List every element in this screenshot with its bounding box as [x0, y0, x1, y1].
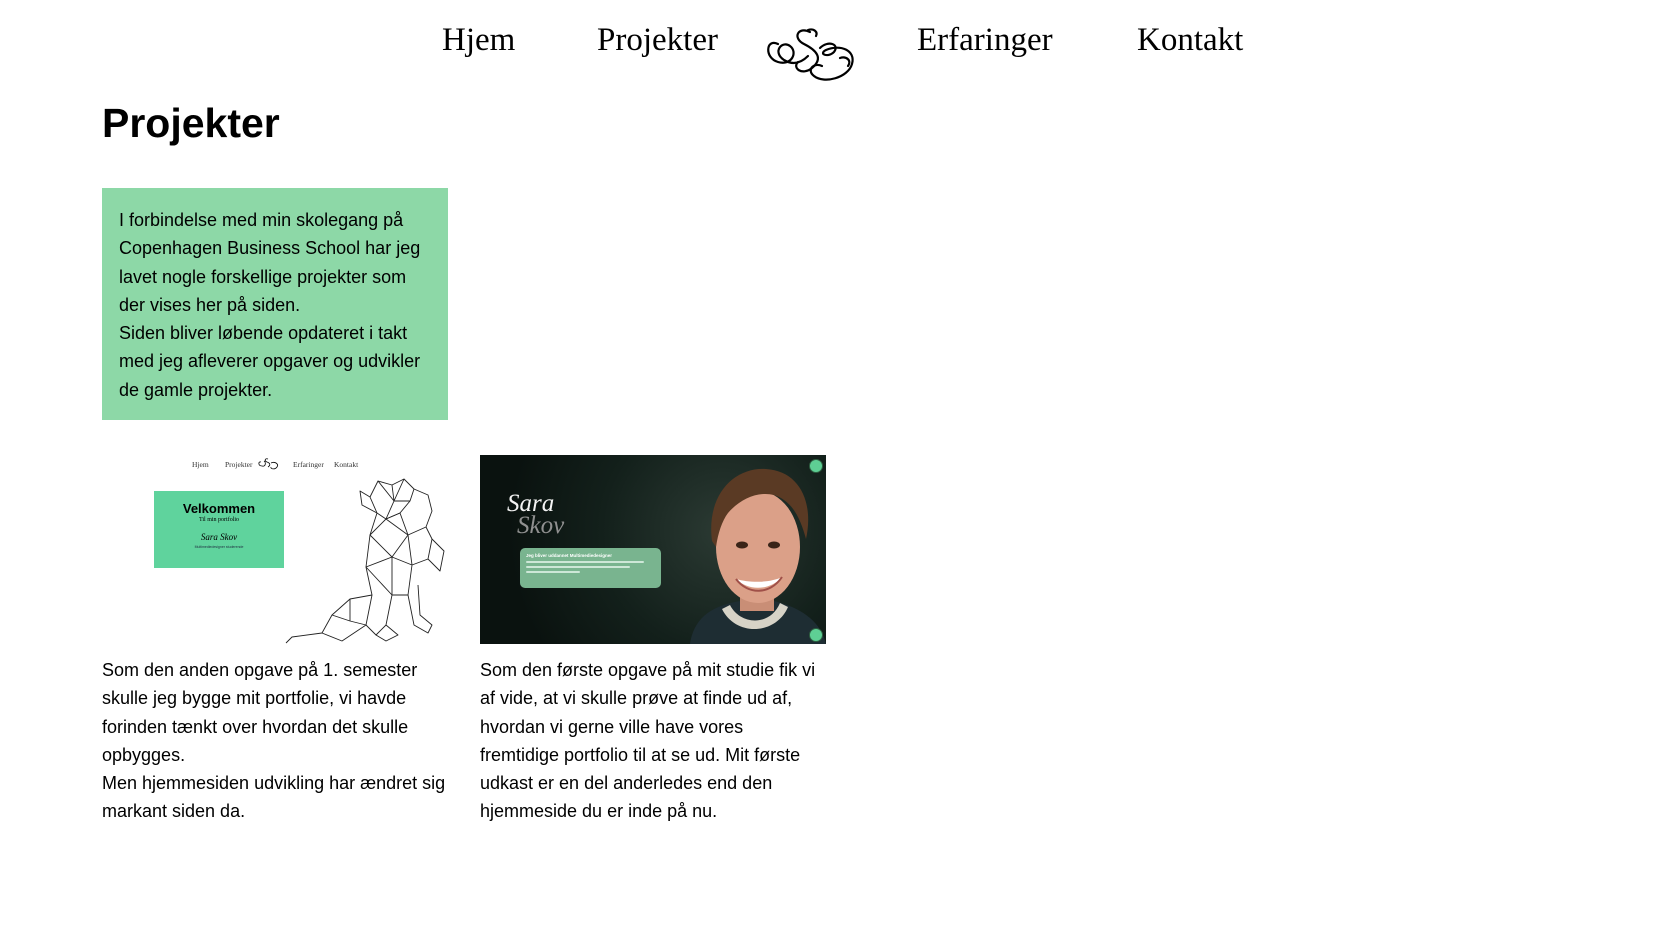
project-card-portfolio: Hjem Projekter Erfaringer Kontakt Velkom…	[102, 455, 448, 826]
project-description-portfolio: Som den anden opgave på 1. semester skul…	[102, 656, 448, 826]
thumb-welcome-heading: Velkommen	[182, 501, 256, 516]
thumb-bubble-heading: Jeg bliver uddannet Multimediedesigner	[526, 553, 613, 558]
menu-icon	[809, 459, 823, 473]
thumb-nav-erfaringer: Erfaringer	[293, 460, 324, 469]
thumb-nav-projekter: Projekter	[225, 460, 253, 469]
page-title: Projekter	[102, 100, 280, 146]
thumb-monogram-icon	[258, 458, 278, 470]
main-nav: Hjem Projekter Erfaringer Kontakt	[0, 0, 1670, 90]
nav-link-projekter[interactable]: Projekter	[597, 22, 718, 59]
monogram-icon	[767, 28, 854, 81]
thumb-script-name: Sara Skov	[507, 491, 565, 539]
thumb-nav-kontakt: Kontakt	[334, 460, 359, 469]
geometric-dog-illustration	[285, 478, 445, 644]
nav-link-hjem[interactable]: Hjem	[442, 22, 515, 59]
intro-box: I forbindelse med min skolegang på Copen…	[102, 188, 448, 420]
intro-paragraph-1: I forbindelse med min skolegang på Copen…	[119, 210, 421, 315]
thumb-name-last: Skov	[517, 512, 565, 539]
project-description-first-draft: Som den første opgave på mit studie fik …	[480, 656, 826, 826]
thumbnail-welcome-box: Velkommen Til min portfolio Sara Skov Mu…	[154, 491, 284, 568]
thumb-bubble-text-line	[526, 571, 580, 573]
intro-paragraph-2: Siden bliver løbende opdateret i takt me…	[119, 323, 421, 400]
project-1-paragraph-1: Som den anden opgave på 1. semester skul…	[102, 660, 418, 765]
scroll-icon	[809, 628, 823, 642]
project-2-paragraph-1: Som den første opgave på mit studie fik …	[480, 660, 816, 822]
thumb-welcome-subheading: Til min portfolio	[198, 517, 240, 523]
portrait-photo	[690, 468, 826, 644]
logo-monogram[interactable]	[762, 22, 864, 86]
project-thumbnail-portfolio[interactable]: Hjem Projekter Erfaringer Kontakt Velkom…	[102, 455, 448, 644]
thumb-welcome-footer: Multimediedesigner studerende	[194, 545, 244, 549]
thumb-speech-bubble: Jeg bliver uddannet Multimediedesigner	[520, 548, 661, 588]
project-1-paragraph-2: Men hjemmesiden udvikling har ændret sig…	[102, 773, 446, 822]
project-card-first-draft: Sara Skov Jeg bliver uddannet Multimedie…	[480, 455, 826, 826]
project-thumbnail-first-draft[interactable]: Sara Skov Jeg bliver uddannet Multimedie…	[480, 455, 826, 644]
thumb-bubble-text-line	[526, 566, 630, 568]
thumb-nav-hjem: Hjem	[192, 460, 209, 469]
thumb-welcome-name: Sara Skov	[200, 532, 238, 542]
nav-link-erfaringer[interactable]: Erfaringer	[917, 22, 1053, 59]
thumb-bubble-text-line	[526, 561, 644, 563]
nav-link-kontakt[interactable]: Kontakt	[1137, 22, 1243, 59]
